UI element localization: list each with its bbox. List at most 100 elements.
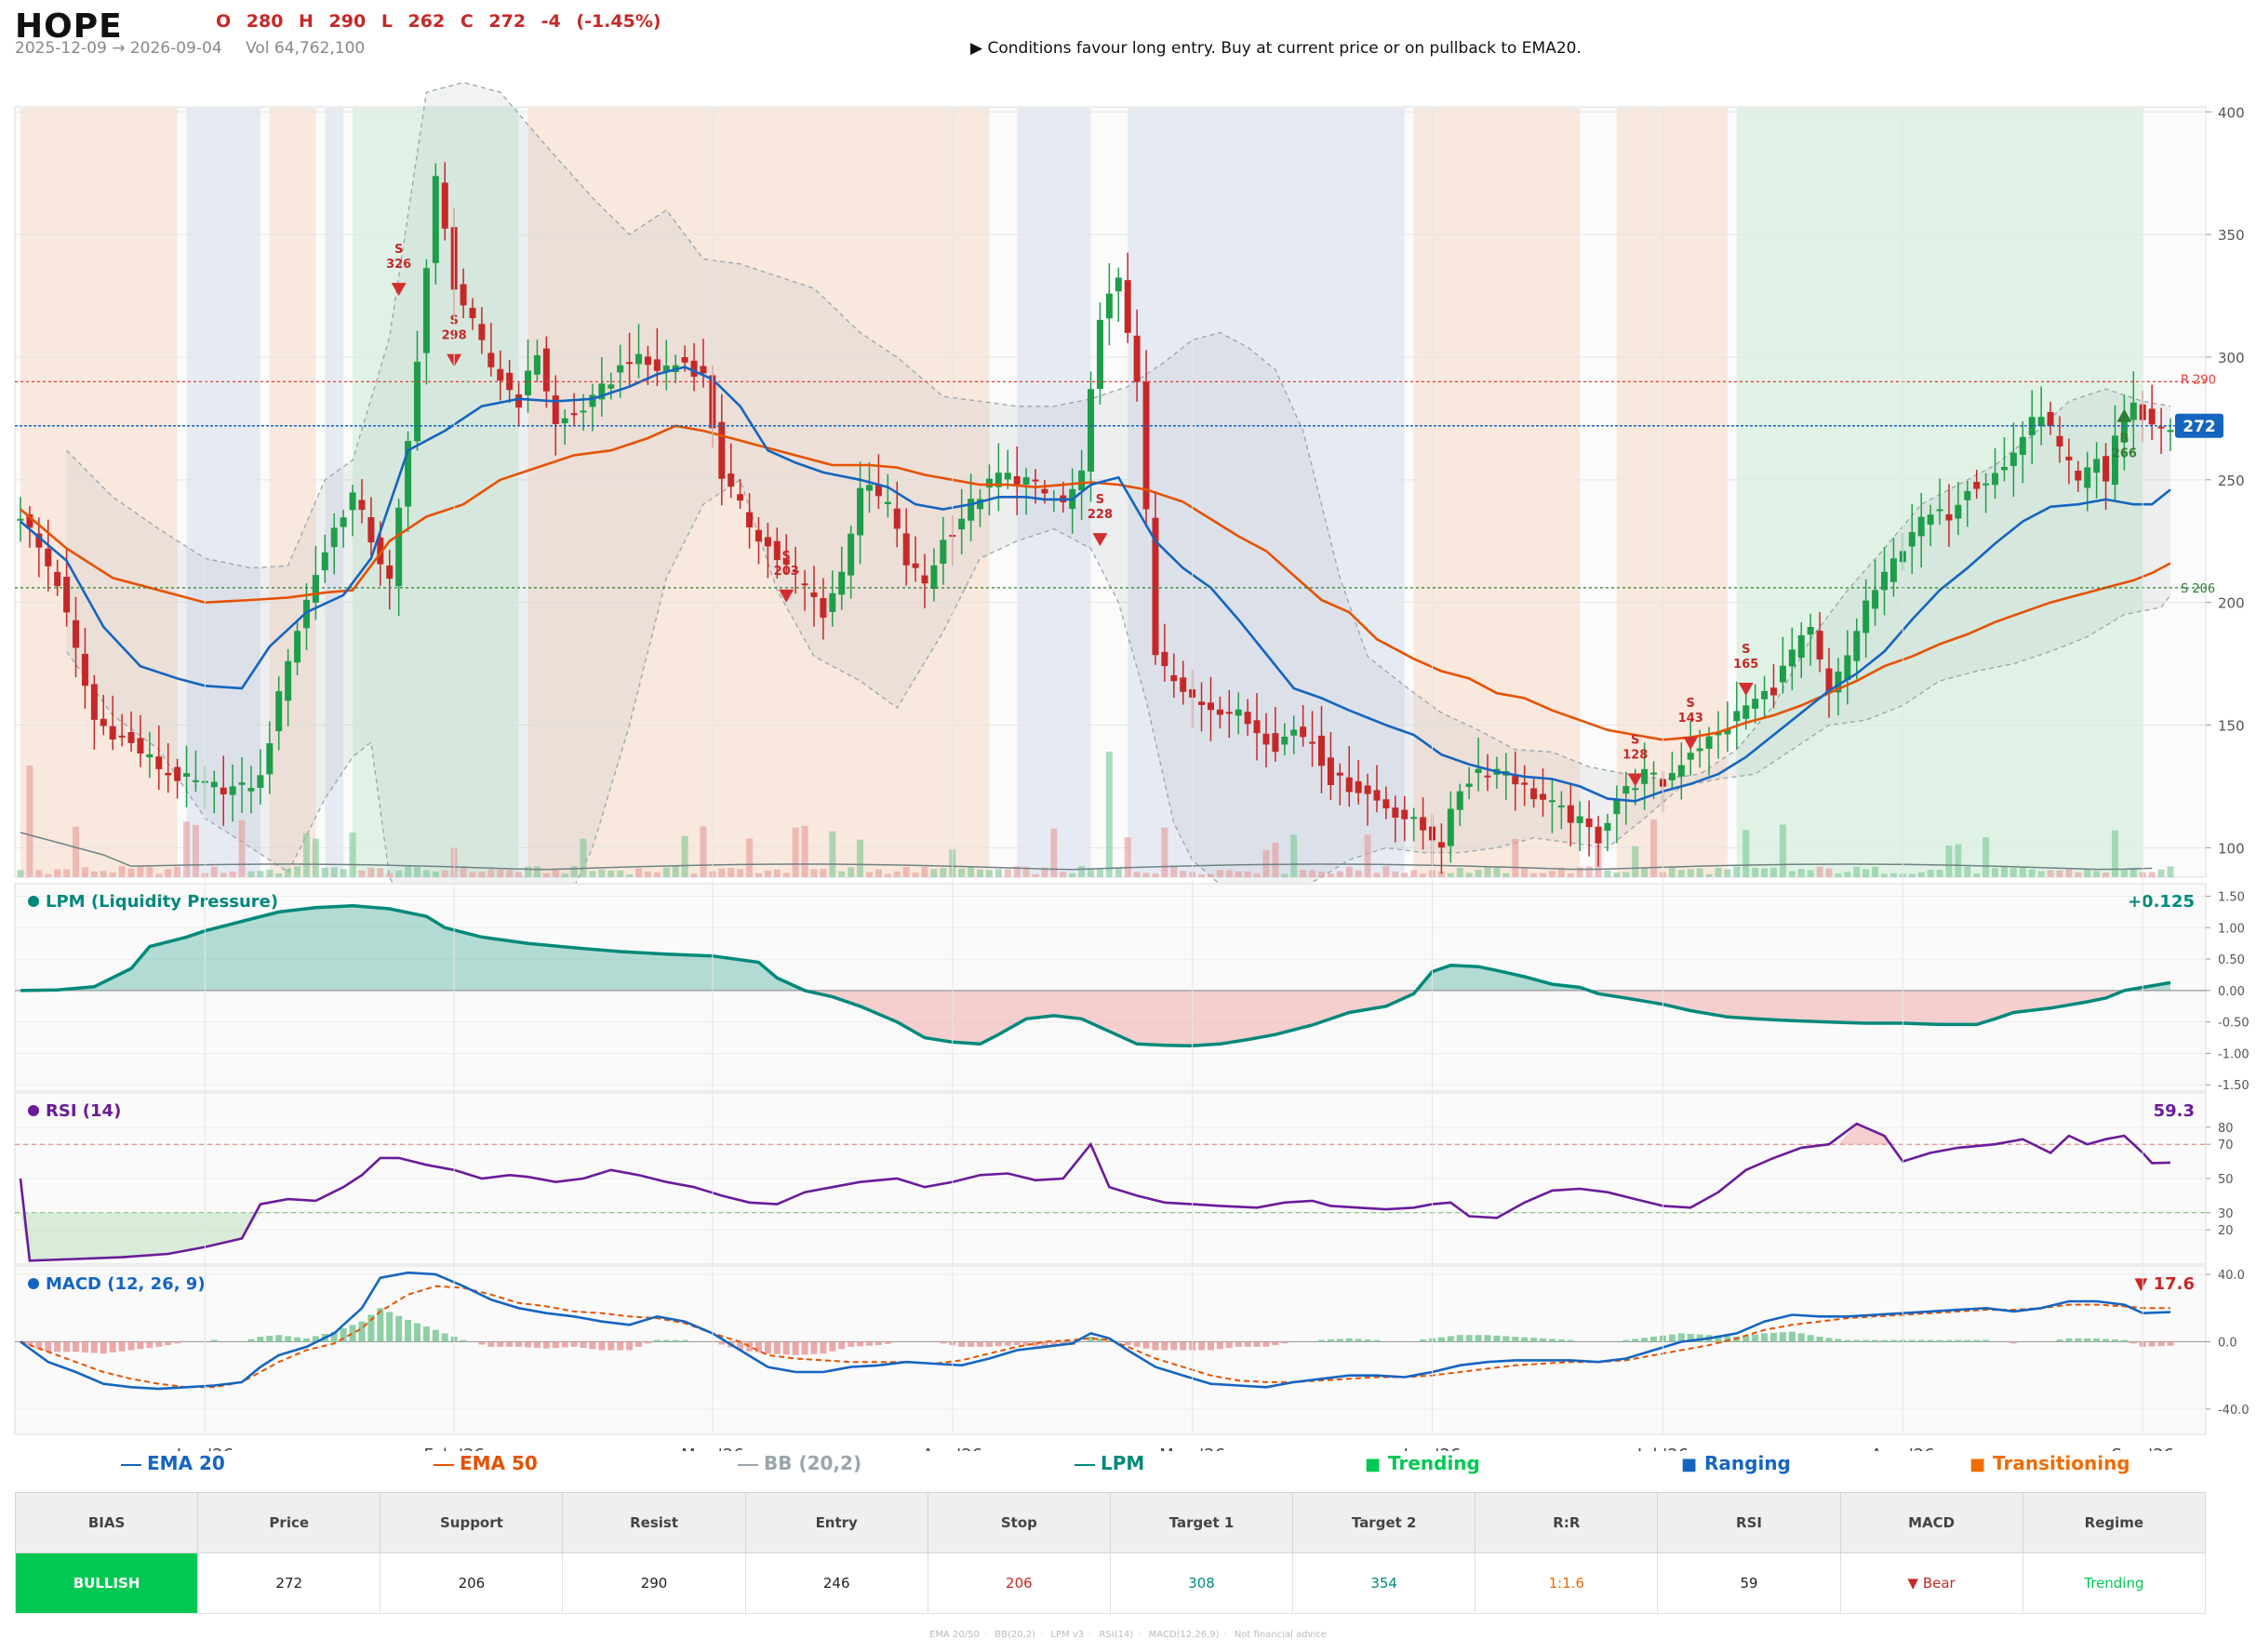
candle-body (1420, 817, 1427, 831)
volume-bar (995, 869, 1002, 877)
candle-body (1013, 475, 1021, 485)
legend-transitioning[interactable]: ■ Transitioning (1969, 1452, 2130, 1474)
lpm-panel: 1.50 1.00 0.50 0.00 -0.50 -1.00 -1.50 LPM (Liqu… (14, 883, 2249, 1093)
legend-bb[interactable]: BB (20,2) (738, 1452, 861, 1474)
volume-bar (921, 866, 928, 877)
macd-histogram-bar (45, 1341, 52, 1352)
candle-body (690, 360, 698, 377)
sell-marker-label: S (782, 550, 791, 564)
macd-histogram-bar (1862, 1339, 1870, 1342)
panel-tick-label: -1.50 (2218, 1079, 2249, 1093)
macd-histogram-bar (275, 1335, 283, 1342)
volume-bar (165, 869, 172, 877)
candle-body (257, 775, 264, 788)
volume-bar (1973, 873, 1981, 877)
macd-histogram-bar (358, 1321, 366, 1342)
macd-histogram-bar (266, 1336, 274, 1342)
volume-bar (1650, 819, 1658, 877)
panel-last-value: ▼ 17.6 (2134, 1274, 2195, 1294)
candle-body (930, 565, 938, 589)
legend-lpm-label: LPM (1101, 1452, 1145, 1474)
summary-header: Regime (2022, 1492, 2207, 1553)
macd-histogram-bar (746, 1341, 754, 1352)
macd-histogram-bar (782, 1341, 790, 1355)
chart-canvas[interactable]: 100150200250300350400R 290S 206272S326S2… (0, 0, 2256, 1451)
volume-bar (1447, 873, 1454, 877)
macd-histogram-bar (644, 1341, 651, 1344)
summary-header: Target 2 (1292, 1492, 1476, 1553)
volume-bar (478, 871, 486, 877)
candle-body (1088, 389, 1095, 472)
volume-bar (1096, 868, 1103, 877)
summary-header: Stop (927, 1492, 1111, 1553)
candle-body (1585, 818, 1593, 828)
macd-histogram-bar (580, 1341, 587, 1349)
panel-tick-label: 70 (2218, 1139, 2234, 1152)
legend-ranging[interactable]: ■ Ranging (1681, 1452, 1791, 1474)
price-tick-label: 250 (2218, 473, 2245, 489)
macd-histogram-bar (865, 1341, 873, 1346)
volume-bar (940, 868, 947, 877)
volume-bar (1133, 872, 1141, 877)
candle-body (266, 743, 274, 775)
volume-bar (838, 871, 846, 877)
volume-bar (1779, 824, 1786, 877)
macd-histogram-bar (2056, 1339, 2063, 1342)
candle-body (1115, 277, 1122, 292)
volume-bar (2157, 869, 2165, 877)
volume-bar (506, 870, 514, 877)
volume-bar (1530, 873, 1538, 877)
volume-bar (746, 838, 754, 877)
sell-marker-price: 228 (1088, 508, 1113, 522)
volume-bar (2047, 870, 2054, 877)
volume-bar (977, 869, 984, 877)
summary-header: Resist (562, 1492, 746, 1553)
panel-tick-label: -40.0 (2218, 1404, 2249, 1418)
volume-bar (2102, 873, 2110, 877)
macd-histogram-bar (561, 1341, 568, 1348)
macd-histogram-bar (1225, 1341, 1233, 1349)
macd-histogram-bar (2157, 1341, 2165, 1347)
candle-body (220, 787, 227, 794)
candle-body (2037, 417, 2045, 427)
volume-bar (45, 873, 52, 877)
candle-body (773, 540, 781, 561)
volume-bar (782, 873, 790, 877)
volume-bar (312, 838, 319, 877)
macd-histogram-bar (626, 1341, 634, 1351)
macd-histogram-bar (2102, 1339, 2110, 1342)
candle-body (1889, 558, 1897, 582)
macd-histogram-bar (2129, 1341, 2137, 1344)
macd-histogram-bar (1235, 1341, 1242, 1347)
macd-histogram-bar (857, 1341, 864, 1347)
volume-bar (2093, 871, 2101, 877)
candle-body (533, 354, 541, 375)
candle-body (1512, 776, 1519, 785)
x-tick-label: Jul '26 (1636, 1446, 1689, 1451)
candle-body (386, 565, 394, 580)
candle-body (432, 176, 439, 263)
volume-bar (1078, 866, 1086, 877)
x-tick-label: Jun '26 (1403, 1446, 1462, 1451)
candle-body (1779, 665, 1786, 683)
footer-item: Not financial advice (1234, 1630, 1327, 1640)
candle-body (985, 478, 993, 488)
candle-body (165, 772, 172, 776)
candle-body (589, 394, 596, 407)
legend-trending[interactable]: ■ Trending (1365, 1452, 1480, 1474)
price-tick-label: 400 (2218, 104, 2245, 121)
legend-lpm[interactable]: LPM (1075, 1452, 1144, 1474)
candle-body (1105, 293, 1113, 319)
candle-body (460, 284, 467, 306)
candle-body (2167, 430, 2174, 433)
macd-histogram-bar (63, 1341, 71, 1352)
candle-body (1742, 705, 1750, 719)
volume-bar (737, 869, 744, 877)
legend-ema20[interactable]: EMA 20 (121, 1452, 225, 1474)
legend-trending-label: Trending (1388, 1452, 1480, 1474)
volume-bar (285, 869, 292, 877)
legend-ema50[interactable]: EMA 50 (434, 1452, 538, 1474)
footer-item: RSI(14) (1099, 1630, 1134, 1640)
panel-tick-label: 50 (2218, 1173, 2234, 1187)
sell-marker-label: S (1096, 493, 1104, 507)
